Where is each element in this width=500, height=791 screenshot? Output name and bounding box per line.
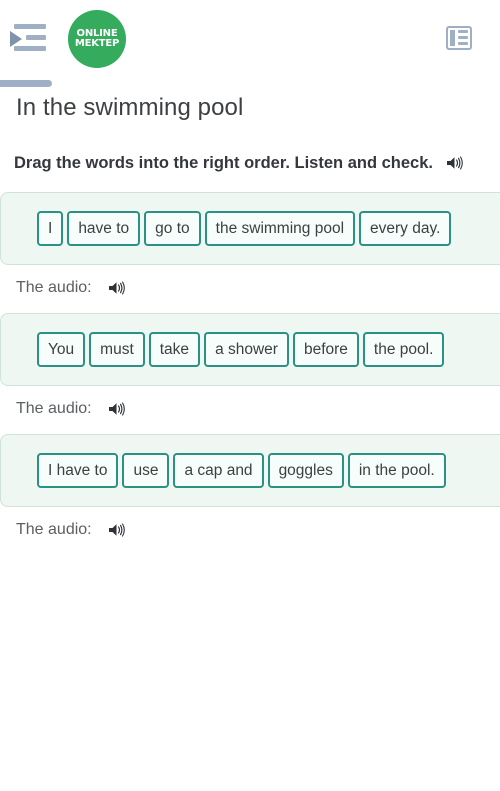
answer-box[interactable]: I have to go to the swimming pool every … — [0, 191, 500, 265]
answer-box[interactable]: You must take a shower before the pool. — [0, 312, 500, 387]
speaker-icon[interactable] — [108, 402, 126, 416]
word-chip[interactable]: goggles — [267, 453, 344, 489]
audio-line: The audio: — [16, 400, 486, 418]
word-chip[interactable]: a cap and — [173, 453, 264, 489]
audio-label: The audio: — [16, 400, 92, 418]
word-chip[interactable]: must — [89, 331, 145, 368]
speaker-icon[interactable] — [446, 156, 464, 170]
instruction-text: Drag the words into the right order. Lis… — [14, 154, 433, 172]
audio-label: The audio: — [16, 521, 92, 539]
audio-section: The audio: — [0, 521, 500, 539]
list-icon-column — [450, 30, 455, 46]
speaker-icon[interactable] — [108, 523, 126, 537]
progress-indicator — [0, 80, 52, 87]
online-mektep-logo[interactable]: ONLINE MEKTEP — [68, 10, 126, 68]
audio-section: The audio: — [0, 400, 500, 418]
app-header: ONLINE MEKTEP — [0, 0, 500, 80]
word-chip[interactable]: before — [292, 331, 359, 368]
word-chip[interactable]: every day. — [359, 210, 452, 246]
word-chip[interactable]: the pool. — [362, 331, 445, 368]
list-view-icon[interactable] — [446, 26, 472, 50]
word-chip[interactable]: use — [122, 453, 170, 489]
list-icon-row-1 — [458, 30, 468, 33]
word-chip[interactable]: take — [148, 331, 201, 368]
word-chip[interactable]: have to — [67, 210, 141, 246]
page-title: In the swimming pool — [16, 94, 244, 121]
speaker-icon[interactable] — [108, 281, 126, 295]
chip-row: I have to go to the swimming pool every … — [37, 210, 488, 246]
audio-line: The audio: — [16, 521, 486, 539]
menu-indent-icon[interactable] — [8, 22, 48, 58]
word-chip[interactable]: go to — [144, 210, 201, 246]
menu-arrow-icon — [10, 31, 22, 47]
word-chip[interactable]: You — [37, 331, 86, 368]
main-content: In the swimming pool Drag the words into… — [0, 94, 500, 176]
answer-box[interactable]: I have to use a cap and goggles in the p… — [0, 434, 500, 508]
menu-bar-top — [14, 24, 46, 29]
chip-row: I have to use a cap and goggles in the p… — [37, 453, 488, 489]
word-chip[interactable]: in the pool. — [347, 453, 446, 489]
menu-bar-middle — [26, 35, 46, 40]
word-chip[interactable]: I have to — [37, 453, 119, 489]
list-icon-row-3 — [458, 42, 468, 45]
task-instruction: Drag the words into the right order. Lis… — [14, 152, 484, 176]
logo-line-2: MEKTEP — [74, 38, 120, 49]
audio-section: The audio: — [0, 279, 500, 297]
audio-label: The audio: — [16, 278, 92, 296]
word-chip[interactable]: I — [37, 210, 64, 246]
word-chip[interactable]: the swimming pool — [204, 210, 356, 246]
audio-line: The audio: — [16, 279, 486, 297]
list-icon-row-2 — [458, 36, 468, 39]
word-chip[interactable]: a shower — [204, 331, 289, 368]
chip-row: You must take a shower before the pool. — [37, 331, 488, 368]
